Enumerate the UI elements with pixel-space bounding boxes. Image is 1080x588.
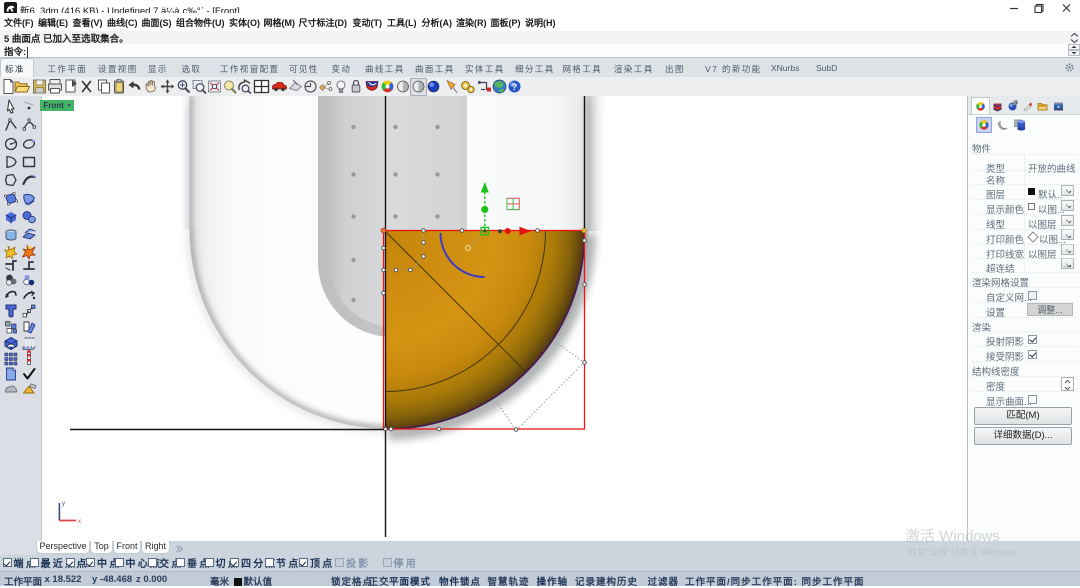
svg-text:x: x (78, 519, 81, 525)
svg-text:?: ? (512, 82, 518, 92)
svg-text:y: y (62, 501, 65, 507)
